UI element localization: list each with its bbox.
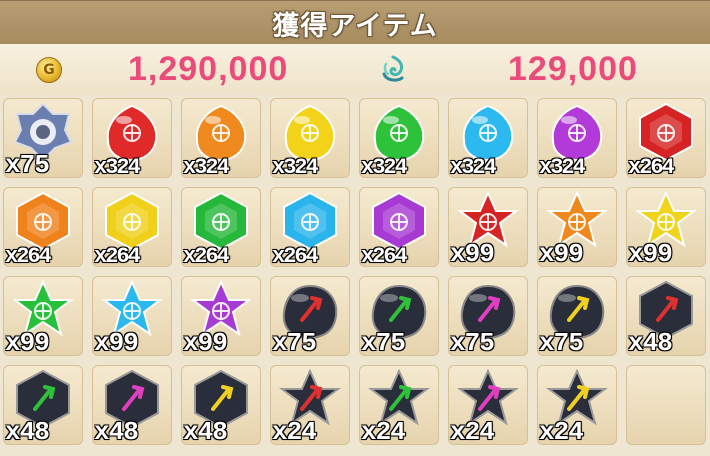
gold-coin-icon: G xyxy=(36,57,62,83)
item-slot[interactable]: x75 xyxy=(448,276,528,356)
item-quantity: x324 xyxy=(539,155,586,178)
item-slot[interactable]: x264 xyxy=(3,187,83,267)
item-quantity: x24 xyxy=(361,417,406,445)
item-quantity: x324 xyxy=(361,155,408,178)
item-slot[interactable]: x24 xyxy=(270,365,350,445)
item-slot[interactable]: x324 xyxy=(270,98,350,178)
item-quantity: x99 xyxy=(539,239,584,267)
item-slot[interactable]: x99 xyxy=(448,187,528,267)
item-quantity: x75 xyxy=(539,328,584,356)
item-slot[interactable]: x48 xyxy=(626,276,706,356)
item-quantity: x264 xyxy=(628,155,675,178)
drop-item-icon xyxy=(284,104,336,162)
item-slot[interactable]: x324 xyxy=(359,98,439,178)
item-slot[interactable]: x264 xyxy=(92,187,172,267)
page-title: 獲得アイテム xyxy=(272,11,438,42)
item-slot[interactable]: x75 xyxy=(359,276,439,356)
item-slot[interactable]: x324 xyxy=(181,98,261,178)
item-slot[interactable]: x75 xyxy=(270,276,350,356)
item-slot[interactable]: x264 xyxy=(626,98,706,178)
item-slot[interactable]: x324 xyxy=(448,98,528,178)
currency-row: G 1,290,000 129,000 xyxy=(0,44,710,94)
item-quantity: x24 xyxy=(539,417,584,445)
item-quantity: x264 xyxy=(183,244,230,267)
item-slot[interactable]: x99 xyxy=(92,276,172,356)
item-quantity: x324 xyxy=(183,155,230,178)
item-slot[interactable]: x324 xyxy=(537,98,617,178)
item-quantity: x75 xyxy=(361,328,406,356)
empty-slot xyxy=(626,365,706,445)
item-slot[interactable]: x75 xyxy=(537,276,617,356)
item-quantity: x48 xyxy=(5,417,50,445)
item-slot[interactable]: x48 xyxy=(92,365,172,445)
hex-item-icon xyxy=(105,191,159,251)
item-slot[interactable]: x24 xyxy=(448,365,528,445)
item-quantity: x99 xyxy=(450,239,495,267)
item-quantity: x264 xyxy=(272,244,319,267)
drop-item-icon xyxy=(195,104,247,162)
item-quantity: x75 xyxy=(450,328,495,356)
spirit-swirl-icon xyxy=(382,55,404,82)
hex-item-icon xyxy=(194,191,248,251)
item-slot[interactable]: x264 xyxy=(270,187,350,267)
hex-item-icon xyxy=(16,191,70,251)
item-grid: x75 x324 x324 x324 x324 x324 x324 x264 x264 x264 x… xyxy=(0,98,710,456)
item-slot[interactable]: x75 xyxy=(3,98,83,178)
item-slot[interactable]: x24 xyxy=(537,365,617,445)
item-slot[interactable]: x99 xyxy=(181,276,261,356)
spirit-amount: 129,000 xyxy=(508,50,638,88)
drop-item-icon xyxy=(551,104,603,162)
drop-item-icon xyxy=(373,104,425,162)
item-quantity: x99 xyxy=(628,239,673,267)
gold-amount: 1,290,000 xyxy=(128,50,289,88)
item-quantity: x264 xyxy=(94,244,141,267)
item-quantity: x99 xyxy=(183,328,228,356)
item-slot[interactable]: x264 xyxy=(181,187,261,267)
item-slot[interactable]: x24 xyxy=(359,365,439,445)
hex-item-icon xyxy=(372,191,426,251)
item-quantity: x75 xyxy=(272,328,317,356)
item-slot[interactable]: x264 xyxy=(359,187,439,267)
item-slot[interactable]: x48 xyxy=(3,365,83,445)
item-quantity: x48 xyxy=(94,417,139,445)
item-quantity: x324 xyxy=(272,155,319,178)
item-quantity: x324 xyxy=(94,155,141,178)
item-slot[interactable]: x99 xyxy=(537,187,617,267)
item-quantity: x24 xyxy=(450,417,495,445)
item-slot[interactable]: x48 xyxy=(181,365,261,445)
item-quantity: x48 xyxy=(183,417,228,445)
drop-item-icon xyxy=(462,104,514,162)
item-quantity: x99 xyxy=(5,328,50,356)
item-quantity: x99 xyxy=(94,328,139,356)
item-slot[interactable]: x99 xyxy=(626,187,706,267)
item-quantity: x324 xyxy=(450,155,497,178)
item-quantity: x24 xyxy=(272,417,317,445)
item-quantity: x264 xyxy=(361,244,408,267)
item-quantity: x75 xyxy=(5,150,50,178)
item-slot[interactable]: x99 xyxy=(3,276,83,356)
header-bar: 獲得アイテム xyxy=(0,0,710,44)
hex-item-icon xyxy=(639,102,693,162)
item-quantity: x48 xyxy=(628,328,673,356)
item-slot[interactable]: x324 xyxy=(92,98,172,178)
drop-item-icon xyxy=(106,104,158,162)
hex-item-icon xyxy=(283,191,337,251)
item-quantity: x264 xyxy=(5,244,52,267)
